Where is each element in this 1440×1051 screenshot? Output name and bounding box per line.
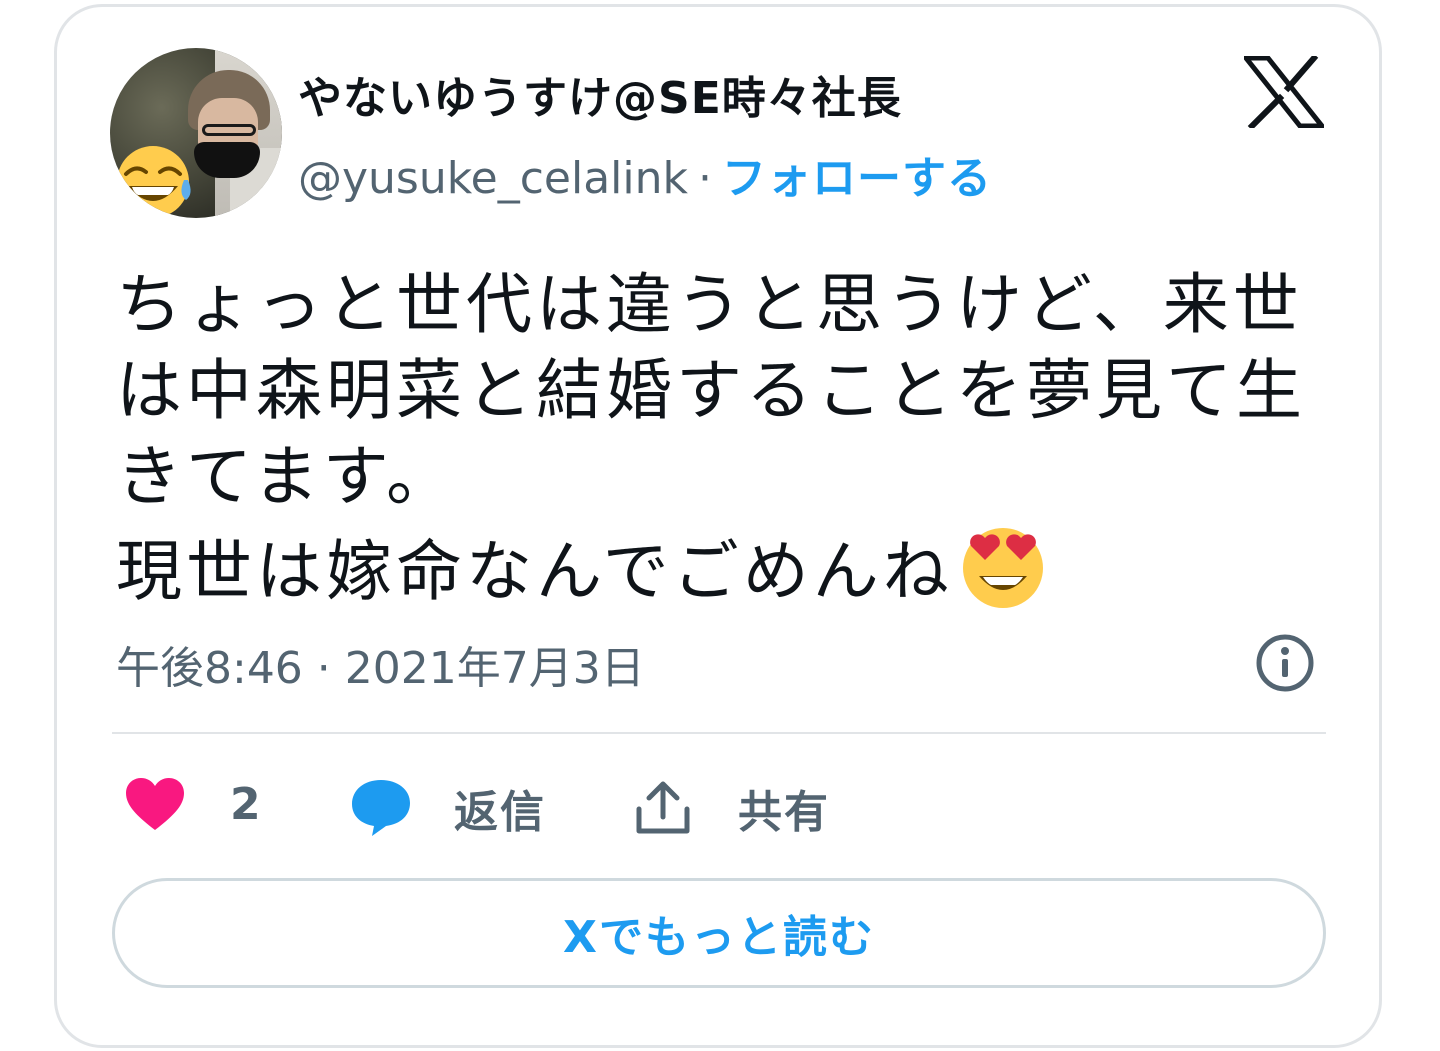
reply-bubble-icon xyxy=(352,780,410,836)
follow-button[interactable]: フォローする xyxy=(722,153,992,204)
share-label: 共有 xyxy=(738,787,830,838)
tweet-timestamp[interactable]: 午後8:46 · 2021年7月3日 xyxy=(116,632,645,696)
tweet-line: 現世は嫁命なんでごめんね xyxy=(116,533,953,610)
user-handle[interactable]: @yusuke_celalink xyxy=(298,153,688,204)
tweet-line: ちょっと世代は違うと思うけど、来世 xyxy=(116,266,1303,343)
tweet-text: ちょっと世代は違うと思うけど、来世 は中森明菜と結婚することを夢見て生 きてます… xyxy=(116,262,1346,615)
separator-dot: · xyxy=(697,153,712,204)
share-button[interactable]: 共有 xyxy=(634,776,830,840)
handle-row: @yusuke_celalink · フォローする xyxy=(298,142,992,206)
read-more-label: Xでもっと読む xyxy=(563,912,875,963)
tweet-line: きてます。 xyxy=(116,438,457,515)
tweet-line: は中森明菜と結婚することを夢見て生 xyxy=(116,352,1306,429)
reply-button[interactable]: 返信 xyxy=(350,776,546,840)
share-upload-icon xyxy=(636,781,690,834)
avatar-glasses xyxy=(202,124,256,136)
heart-eyes-emoji-icon xyxy=(962,528,1043,608)
display-name[interactable]: やないゆうすけ@SE時々社長 xyxy=(298,62,902,126)
read-more-button[interactable]: Xでもっと読む xyxy=(112,878,1326,988)
like-button[interactable]: 2 xyxy=(124,776,263,832)
avatar[interactable] xyxy=(110,48,282,218)
heart-icon xyxy=(126,778,184,830)
info-icon[interactable] xyxy=(1254,632,1316,694)
like-count: 2 xyxy=(230,778,263,830)
reply-label: 返信 xyxy=(454,787,546,838)
laughing-emoji-icon xyxy=(115,146,191,218)
x-logo-icon[interactable] xyxy=(1244,56,1324,128)
tweet-line-last: 現世は嫁命なんでごめんね xyxy=(116,520,1346,615)
divider xyxy=(112,732,1326,734)
